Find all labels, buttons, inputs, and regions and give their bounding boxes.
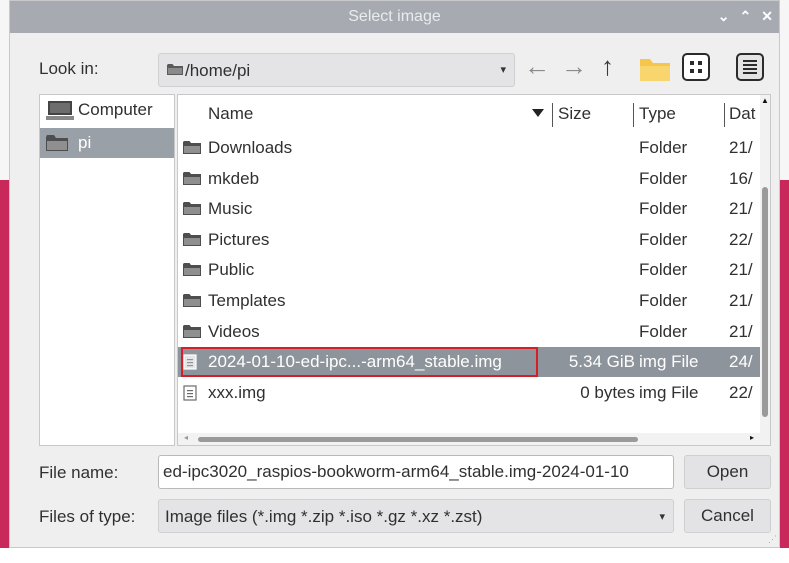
sidebar-item-pi[interactable]: pi — [40, 128, 174, 158]
files-of-type-value: Image files (*.img *.zip *.iso *.gz *.xz… — [165, 507, 483, 526]
folder-icon — [183, 324, 201, 344]
scroll-right-arrow-icon[interactable]: ▸ — [750, 433, 754, 442]
icon-view-button[interactable] — [682, 53, 710, 81]
file-row[interactable]: Templates Folder 21/ — [178, 286, 762, 316]
column-header-type[interactable]: Type — [639, 95, 676, 133]
folder-icon — [183, 262, 201, 282]
file-row[interactable]: 2024-01-10-ed-ipc...-arm64_stable.img 5.3… — [178, 347, 762, 378]
files-of-type-label: Files of type: — [39, 507, 136, 526]
file-type-cell: img File — [639, 382, 699, 402]
close-button[interactable]: ✕ — [761, 7, 773, 25]
highlight-annotation-box — [181, 347, 538, 378]
file-date-cell: 16/ — [729, 168, 753, 188]
file-size-cell: 5.34 GiB — [568, 352, 635, 372]
file-name-cell: mkdeb — [208, 168, 260, 188]
path-combo[interactable]: /home/pi ▾ — [158, 53, 515, 87]
file-row[interactable]: Music Folder 21/ — [178, 194, 762, 224]
select-image-dialog: Select image ⌄ ⌃ ✕ Look in: /home/pi ▾ ←… — [9, 0, 780, 548]
file-date-cell: 21/ — [729, 291, 753, 310]
file-name-cell: Videos — [208, 321, 260, 341]
folder-icon — [183, 293, 201, 313]
file-type-cell: Folder — [639, 321, 688, 341]
maximize-button[interactable]: ⌃ — [740, 7, 752, 25]
file-type-cell: Folder — [639, 291, 688, 310]
places-sidebar: Computer pi — [39, 94, 175, 446]
file-row[interactable]: mkdeb Folder 16/ — [178, 164, 762, 194]
path-text: /home/pi — [185, 61, 251, 80]
file-name-cell: Pictures — [208, 229, 270, 249]
cancel-button[interactable]: Cancel — [684, 499, 771, 533]
sidebar-item-label: pi — [78, 133, 92, 152]
detail-view-button[interactable] — [736, 53, 764, 81]
grid-icon — [690, 61, 702, 73]
file-name-cell: Public — [208, 260, 255, 280]
vertical-scroll-thumb[interactable] — [762, 187, 768, 417]
file-icon — [183, 385, 197, 406]
list-icon — [743, 60, 757, 74]
file-type-cell: Folder — [639, 138, 688, 157]
scroll-up-arrow-icon[interactable]: ▲ — [761, 96, 769, 105]
file-name-field[interactable] — [158, 455, 674, 489]
file-list: Name Size Type Dat Downloads Folder 21/mkd… — [177, 94, 771, 446]
file-type-cell: Folder — [639, 199, 688, 219]
file-type-cell: Folder — [639, 260, 688, 280]
title-bar[interactable]: Select image ⌄ ⌃ ✕ — [10, 1, 779, 33]
chevron-down-icon: ▾ — [659, 511, 665, 523]
column-divider[interactable] — [633, 103, 634, 127]
file-name-cell: Templates — [208, 291, 286, 310]
horizontal-scroll-thumb[interactable] — [198, 437, 638, 442]
column-header-size[interactable]: Size — [558, 95, 591, 133]
file-date-cell: 21/ — [729, 138, 753, 157]
column-header-date[interactable]: Dat — [729, 95, 755, 133]
file-date-cell: 22/ — [729, 229, 753, 249]
file-date-cell: 24/ — [729, 352, 753, 372]
file-name-label: File name: — [39, 463, 119, 482]
forward-button[interactable]: → — [561, 50, 587, 82]
folder-icon — [183, 232, 201, 252]
new-folder-icon[interactable] — [638, 55, 672, 88]
up-button[interactable]: ↑ — [601, 50, 614, 82]
file-row[interactable]: Videos Folder 21/ — [178, 317, 762, 347]
file-size-cell: 0 bytes — [580, 382, 635, 402]
folder-icon — [167, 63, 183, 81]
file-date-cell: 22/ — [729, 382, 753, 402]
sort-descending-icon — [532, 109, 544, 117]
folder-icon — [183, 140, 201, 160]
column-divider[interactable] — [552, 103, 553, 127]
folder-icon — [46, 134, 68, 157]
file-row[interactable]: Downloads Folder 21/ — [178, 133, 762, 163]
file-type-cell: Folder — [639, 168, 688, 188]
folder-icon — [183, 201, 201, 221]
file-type-cell: Folder — [639, 229, 688, 249]
file-row[interactable]: xxx.img 0 bytes img File 22/ — [178, 378, 762, 408]
file-date-cell: 21/ — [729, 199, 753, 219]
files-of-type-combo[interactable]: Image files (*.img *.zip *.iso *.gz *.xz… — [158, 499, 674, 533]
look-in-label: Look in: — [39, 59, 99, 78]
minimize-button[interactable]: ⌄ — [718, 7, 730, 25]
chevron-down-icon: ▾ — [500, 64, 506, 76]
horizontal-scrollbar[interactable]: ◂ ▸ — [178, 433, 762, 445]
file-row[interactable]: Pictures Folder 22/ — [178, 225, 762, 255]
file-name-cell: xxx.img — [208, 382, 266, 402]
file-name-cell: Downloads — [208, 138, 293, 157]
file-date-cell: 21/ — [729, 260, 753, 280]
resize-grip-icon[interactable]: ⋰ — [768, 534, 777, 545]
vertical-scrollbar[interactable]: ▲ — [760, 95, 770, 445]
folder-icon — [183, 171, 201, 191]
column-divider[interactable] — [724, 103, 725, 127]
open-button[interactable]: Open — [684, 455, 771, 489]
sidebar-item-label: Computer — [78, 100, 153, 119]
column-header-name[interactable]: Name — [208, 95, 253, 133]
file-type-cell: img File — [639, 352, 699, 372]
back-button[interactable]: ← — [524, 50, 550, 82]
window-title: Select image — [348, 8, 441, 25]
computer-icon — [46, 101, 74, 126]
desktop-strip — [0, 548, 789, 563]
sidebar-item-computer[interactable]: Computer — [40, 95, 174, 125]
file-name-cell: Music — [208, 199, 253, 219]
file-row[interactable]: Public Folder 21/ — [178, 255, 762, 285]
scroll-left-arrow-icon[interactable]: ◂ — [184, 433, 188, 442]
file-date-cell: 21/ — [729, 321, 753, 341]
